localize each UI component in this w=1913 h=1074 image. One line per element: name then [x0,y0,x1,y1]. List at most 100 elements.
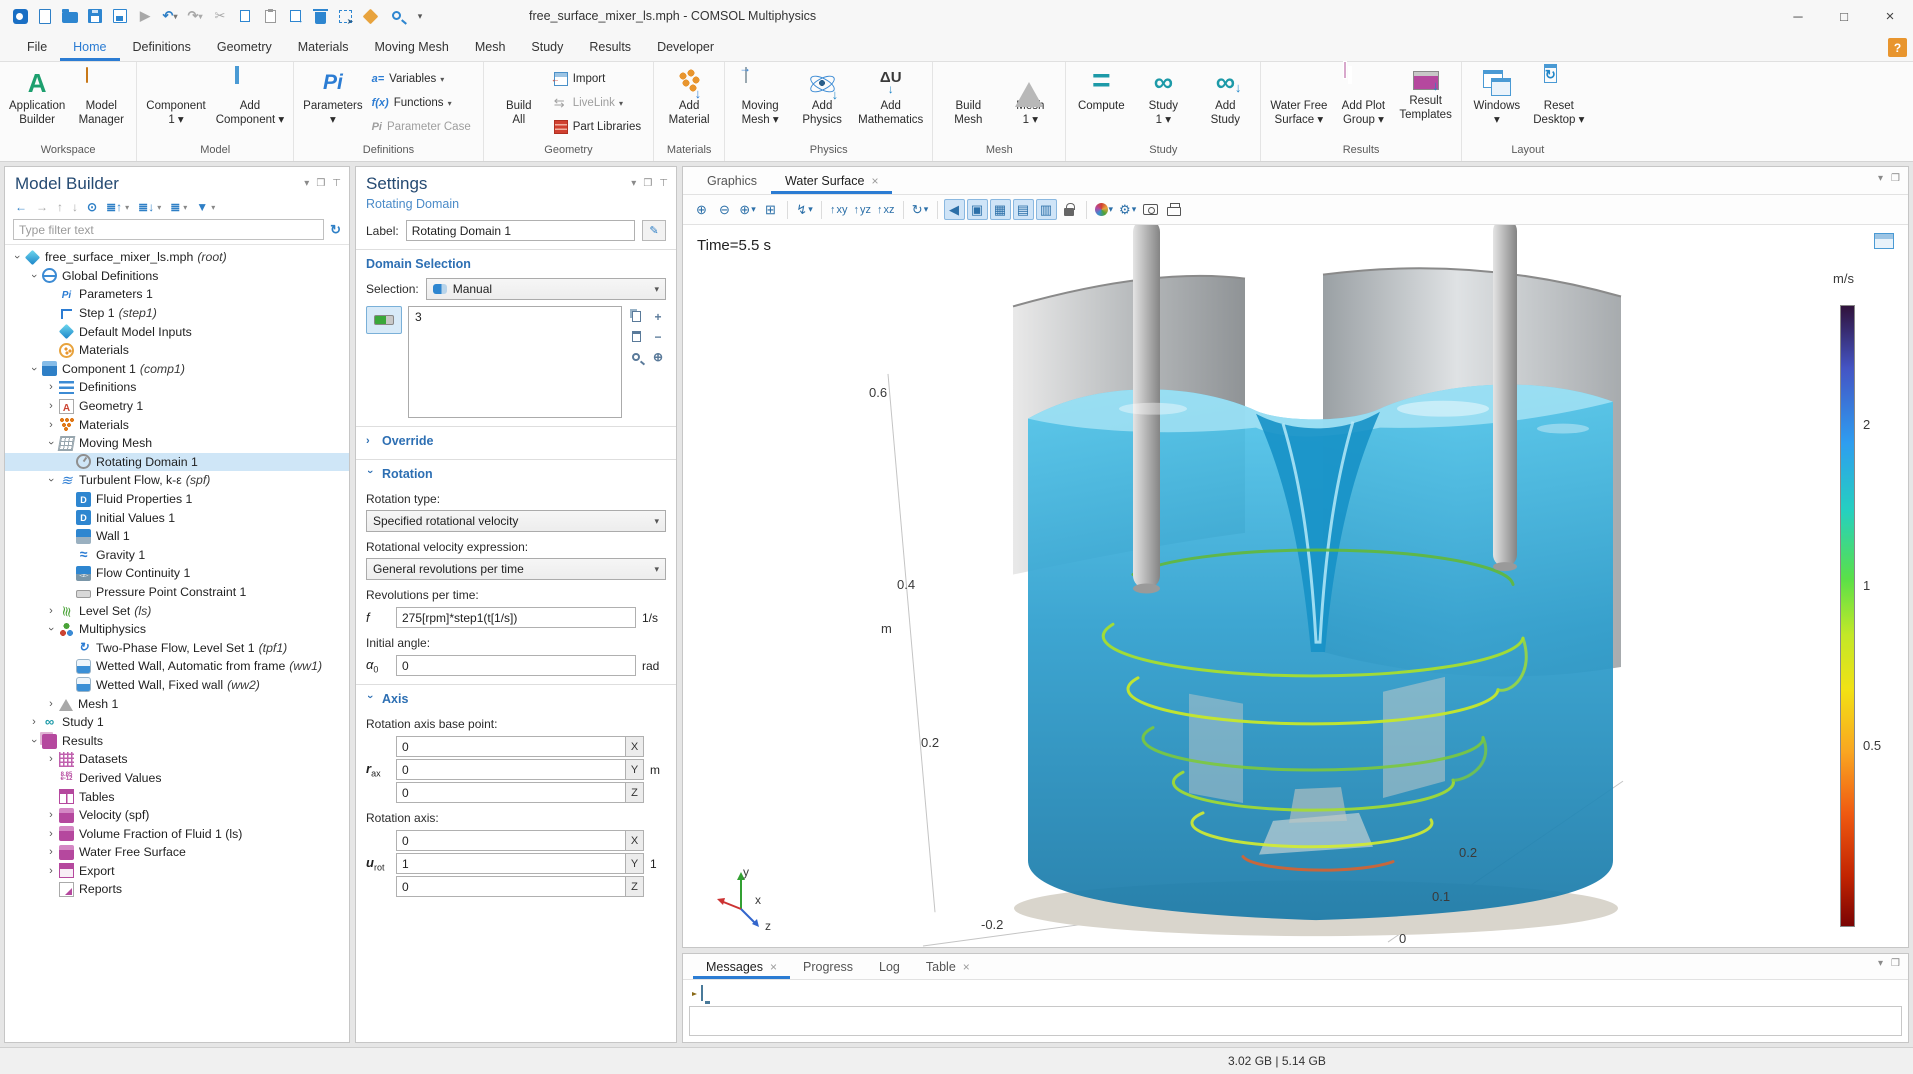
expand-arrow[interactable]: › [28,362,40,376]
add-plot-group-button[interactable]: Add PlotGroup ▾ [1332,64,1394,129]
moving-mesh-button[interactable]: MovingMesh ▾ [729,64,791,129]
duplicate-button[interactable] [283,4,307,28]
close-button[interactable]: × [1867,0,1913,32]
delete-button[interactable] [308,4,332,28]
panel-menu-icon[interactable]: ▾ [631,178,636,190]
toolbar-overflow-button[interactable]: ▾ [408,4,432,28]
minimize-button[interactable]: ─ [1775,0,1821,32]
rename-button[interactable]: ✎ [642,220,666,241]
selection-dropdown[interactable]: Manual [426,278,666,300]
revolutions-input[interactable] [396,607,636,628]
expand-arrow[interactable]: › [45,473,57,487]
tab-water-surface[interactable]: Water Surface× [771,169,892,194]
urot-y-input[interactable] [396,853,625,874]
close-tab-icon[interactable]: × [871,174,878,188]
expand-all-button[interactable]: ≣↓ [138,200,154,214]
expand-arrow[interactable]: › [44,381,58,393]
mesh-plot-toggle-icon[interactable]: ▤ [1013,199,1034,220]
add-mathematics-button[interactable]: AddMathematics [853,64,928,129]
tab-geometry[interactable]: Geometry [204,34,285,61]
tree-item-wetted-wall-1[interactable]: Wetted Wall, Automatic from frame(ww1) [5,657,349,676]
new-file-button[interactable] [33,4,57,28]
tree-item-global-definitions[interactable]: ›Global Definitions [5,267,349,286]
view-xz-button[interactable]: xz [875,199,897,220]
save-as-button[interactable] [108,4,132,28]
zoom-out-icon[interactable]: ⊖ [714,199,735,220]
tree-item-rotating-domain-1[interactable]: Rotating Domain 1 [5,453,349,472]
help-button[interactable]: ? [1888,38,1907,57]
expand-arrow[interactable]: › [44,605,58,617]
tab-developer[interactable]: Developer [644,34,727,61]
find-button[interactable] [383,4,407,28]
model-manager-button[interactable]: ModelManager [70,64,132,129]
environment-settings-icon[interactable]: ⚙▾ [1117,199,1138,220]
maximize-button[interactable]: □ [1821,0,1867,32]
tree-item-reports[interactable]: Reports [5,880,349,899]
clear-selection-icon[interactable]: ⊕ [650,348,666,365]
lock-icon[interactable] [1059,199,1080,220]
tree-item-two-phase-flow[interactable]: Two-Phase Flow, Level Set 1(tpf1) [5,638,349,657]
build-mesh-button[interactable]: BuildMesh [937,64,999,129]
expand-arrow[interactable]: › [27,716,41,728]
tree-item-velocity[interactable]: ›Velocity (spf) [5,806,349,825]
expand-arrow[interactable]: › [44,753,58,765]
tree-item-pressure-point-constraint-1[interactable]: Pressure Point Constraint 1 [5,583,349,602]
tree-item-fluid-properties-1[interactable]: Fluid Properties 1 [5,490,349,509]
tree-item-initial-values-1[interactable]: Initial Values 1 [5,508,349,527]
study-1-button[interactable]: ∞Study1 ▾ [1132,64,1194,129]
section-rotation[interactable]: ›Rotation [356,460,676,486]
close-tab-icon[interactable]: × [963,960,970,974]
add-component-button[interactable]: AddComponent ▾ [211,64,289,129]
tree-item-study-1[interactable]: ›Study 1 [5,713,349,732]
zoom-in-icon[interactable]: ⊕ [691,199,712,220]
update-plot-toggle-icon[interactable]: ▥ [1036,199,1057,220]
tab-log[interactable]: Log [866,956,913,979]
result-templates-button[interactable]: ↓ResultTemplates [1394,64,1456,124]
print-icon[interactable] [1163,199,1184,220]
copy-messages-icon[interactable] [701,986,703,1000]
expand-arrow[interactable]: › [45,436,57,450]
import-button[interactable]: Import [550,67,649,91]
panel-pin-icon[interactable]: ⊤ [659,178,668,190]
tree-filter-input[interactable] [13,219,324,240]
rotate-view-icon[interactable]: ↻▾ [910,199,931,220]
parameters-button[interactable]: PiParameters▾ [298,64,367,129]
tab-file[interactable]: File [14,34,60,61]
panel-menu-icon[interactable]: ▾ [1878,173,1883,184]
rax-z-input[interactable] [396,782,625,803]
tab-materials[interactable]: Materials [285,34,362,61]
variables-button[interactable]: a=Variables▾ [368,67,479,91]
expand-arrow[interactable]: › [44,419,58,431]
expand-arrow[interactable]: › [44,698,58,710]
redo-button[interactable]: ↷▾ [183,4,207,28]
application-builder-button[interactable]: AApplicationBuilder [4,64,70,129]
panel-float-icon[interactable]: ❒ [316,178,325,190]
tree-item-definitions[interactable]: ›Definitions [5,378,349,397]
tree-item-turbulent-flow[interactable]: ›Turbulent Flow, k-ε(spf) [5,471,349,490]
forward-button[interactable]: → [36,200,48,214]
tree-item-geometry-1[interactable]: ›Geometry 1 [5,397,349,416]
tree-item-step-1[interactable]: Step 1(step1) [5,304,349,323]
tree-item-level-set[interactable]: ›Level Set(ls) [5,601,349,620]
tab-messages[interactable]: Messages× [693,956,790,979]
zoom-box-icon[interactable]: ⊕▾ [737,199,758,220]
windows-button[interactable]: Windows▾ [1466,64,1528,129]
plot-area[interactable]: y x z Time=5.5 s m/s 2 1 0.5 0.6 0.4 m 0… [683,225,1908,947]
tree-item-wetted-wall-2[interactable]: Wetted Wall, Fixed wall(ww2) [5,676,349,695]
refresh-icon[interactable]: ↻ [330,222,341,238]
paste-button[interactable] [258,4,282,28]
compute-button[interactable]: =Compute [1070,64,1132,116]
tree-item-parameters-1[interactable]: Parameters 1 [5,285,349,304]
tab-moving-mesh[interactable]: Moving Mesh [361,34,461,61]
panel-float-icon[interactable]: ❒ [1891,958,1900,969]
tree-item-materials-global[interactable]: Materials [5,341,349,360]
expand-arrow[interactable]: › [28,269,40,283]
mesh-1-button[interactable]: Mesh1 ▾ [999,64,1061,129]
section-domain-selection[interactable]: Domain Selection [356,250,676,276]
active-toggle-button[interactable] [366,306,402,334]
move-down-button[interactable]: ↓ [72,200,78,214]
expand-arrow[interactable]: › [44,846,58,858]
tree-item-gravity-1[interactable]: Gravity 1 [5,546,349,565]
rax-x-input[interactable] [396,736,625,757]
initial-angle-input[interactable] [396,655,636,676]
